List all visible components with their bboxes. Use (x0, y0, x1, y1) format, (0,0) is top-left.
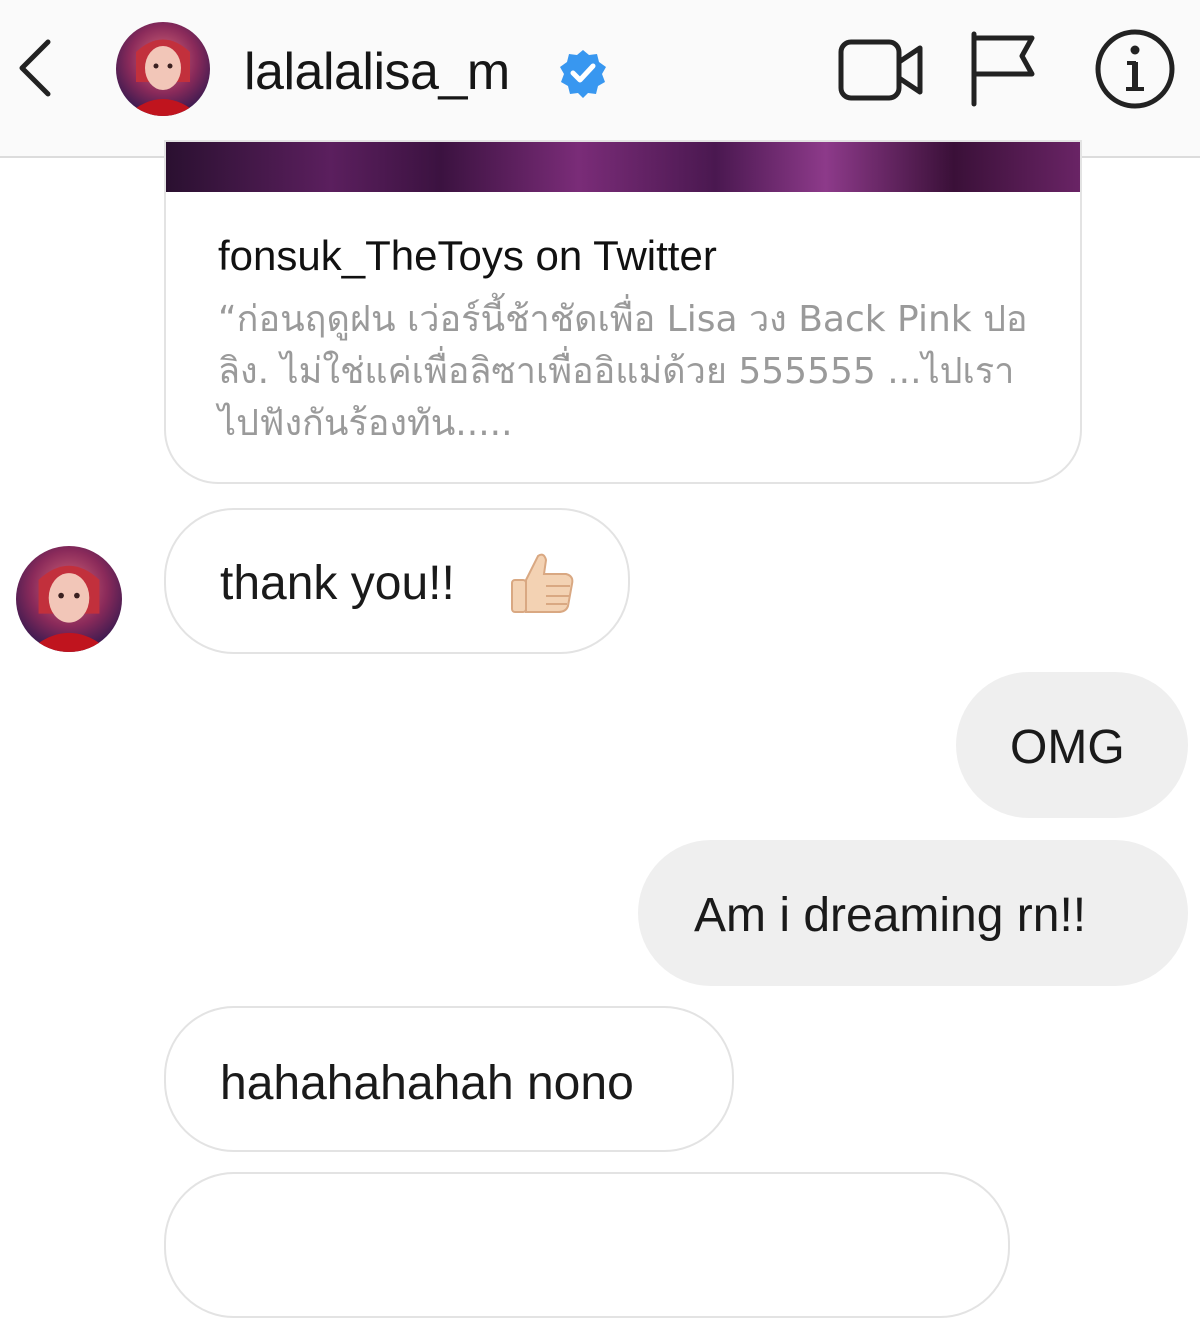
sender-avatar[interactable] (16, 546, 122, 652)
message-outgoing[interactable]: Am i dreaming rn!! (638, 840, 1188, 986)
avatar[interactable] (116, 22, 210, 116)
message-outgoing[interactable]: OMG (956, 672, 1188, 818)
link-title: fonsuk_TheToys on Twitter (218, 232, 717, 279)
message-text: OMG (1010, 721, 1125, 774)
username[interactable]: lalalalisa_m (244, 42, 510, 102)
back-arrow-icon[interactable] (14, 36, 58, 100)
profile-photo-icon (16, 546, 122, 652)
flag-icon[interactable] (966, 28, 1038, 108)
thumbs-up-icon (511, 553, 574, 613)
link-preview-image (166, 142, 1080, 192)
message-incoming[interactable]: hahahahahah nono (164, 1006, 734, 1152)
chat-header: lalalalisa_m (0, 0, 1200, 158)
info-icon[interactable] (1094, 28, 1176, 110)
message-incoming-partial[interactable] (164, 1172, 1010, 1318)
video-call-icon[interactable] (836, 34, 926, 106)
link-description: “ก่อนฤดูฝน เว่อร์นี้ช้าชัดเพื่อ Lisa วง … (218, 299, 1028, 444)
message-incoming[interactable]: thank you!! (164, 508, 630, 654)
profile-photo-icon (116, 22, 210, 116)
message-text: Am i dreaming rn!! (694, 889, 1087, 942)
verified-badge-icon (560, 50, 606, 98)
shared-link-card[interactable]: fonsuk_TheToys on Twitter “ก่อนฤดูฝน เว่… (164, 140, 1082, 484)
message-text: hahahahahah nono (220, 1057, 634, 1110)
message-text: thank you!! (220, 557, 455, 610)
